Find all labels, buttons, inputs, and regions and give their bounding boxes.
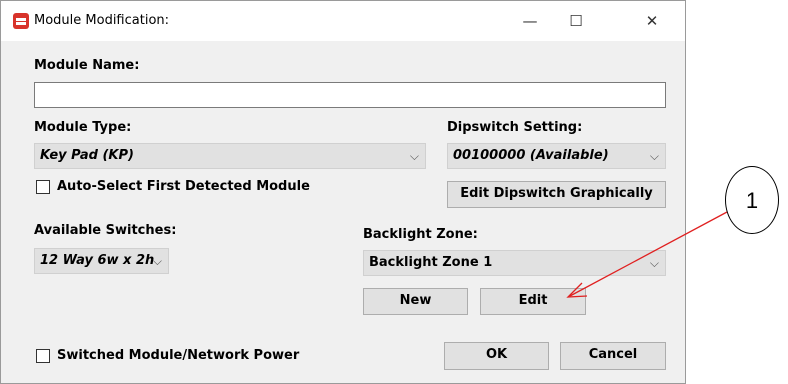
callout-arrow	[566, 211, 728, 298]
callout-number: 1	[725, 166, 779, 234]
